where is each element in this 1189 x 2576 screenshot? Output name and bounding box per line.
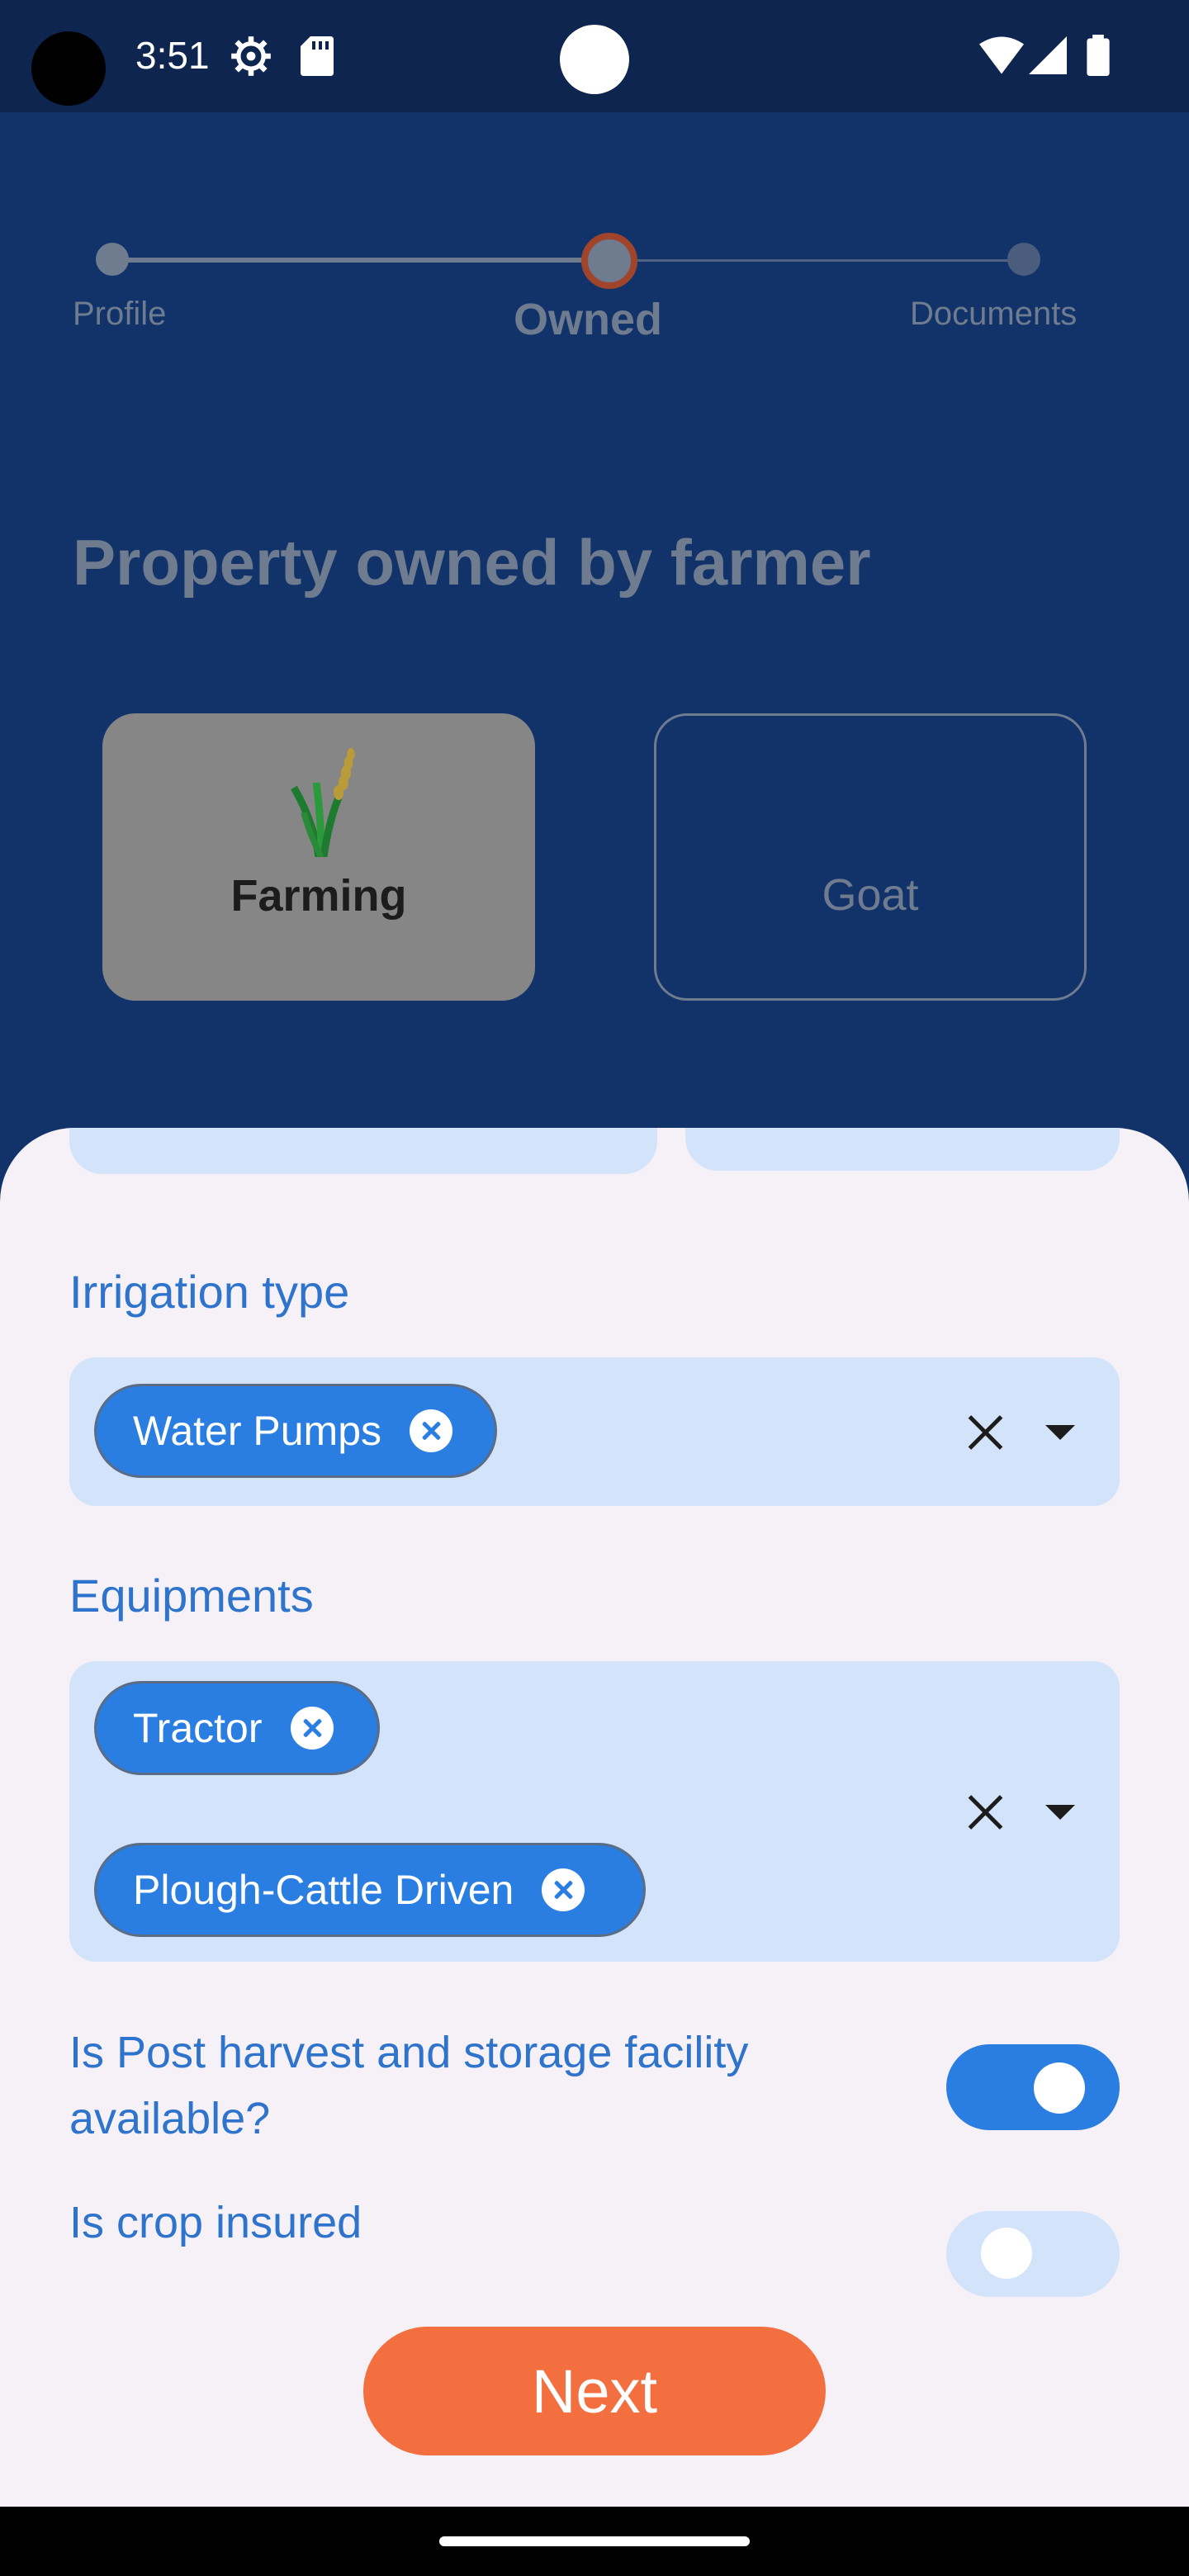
sd-card-icon bbox=[301, 36, 334, 76]
irrigation-type-dropdown[interactable]: Water Pumps bbox=[69, 1357, 1120, 1506]
chip-water-pumps: Water Pumps bbox=[94, 1384, 497, 1478]
camera-cutout bbox=[31, 31, 106, 106]
front-camera-dot bbox=[560, 25, 629, 94]
category-label-goat: Goat bbox=[822, 870, 919, 920]
dropdown-caret-icon[interactable] bbox=[1045, 1805, 1075, 1820]
step-label-documents: Documents bbox=[910, 296, 1078, 332]
clear-icon[interactable] bbox=[966, 1413, 1004, 1451]
crop-insured-toggle[interactable] bbox=[946, 2211, 1120, 2297]
stepper-line-completed bbox=[112, 258, 611, 263]
remove-chip-icon[interactable] bbox=[290, 1707, 334, 1750]
chip-label: Water Pumps bbox=[133, 1408, 382, 1454]
stepper-line-pending bbox=[611, 259, 1024, 262]
dropdown-caret-icon[interactable] bbox=[1045, 1425, 1075, 1440]
step-label-owned: Owned bbox=[514, 295, 663, 344]
post-harvest-question: Is Post harvest and storage facility ava… bbox=[69, 2028, 749, 2143]
page-title: Property owned by farmer bbox=[73, 526, 871, 599]
home-handle[interactable] bbox=[439, 2536, 750, 2546]
form-bottom-sheet: Irrigation type Water Pumps Equipments T… bbox=[0, 1128, 1189, 2507]
clear-icon[interactable] bbox=[966, 1793, 1004, 1831]
previous-field-left[interactable] bbox=[69, 1128, 657, 1174]
chip-label: Plough-Cattle Driven bbox=[133, 1867, 514, 1913]
chip-label: Tractor bbox=[133, 1705, 263, 1751]
status-time: 3:51 bbox=[135, 34, 210, 77]
navigation-bar bbox=[0, 2507, 1189, 2576]
step-dot-owned[interactable] bbox=[581, 233, 637, 289]
next-button[interactable]: Next bbox=[363, 2327, 826, 2455]
post-harvest-toggle[interactable] bbox=[946, 2044, 1120, 2130]
equipments-label: Equipments bbox=[69, 1570, 314, 1622]
category-card-farming[interactable]: Farming bbox=[102, 713, 535, 1001]
equipments-dropdown[interactable]: Tractor Plough-Cattle Driven bbox=[69, 1661, 1120, 1962]
remove-chip-icon[interactable] bbox=[542, 1868, 585, 1911]
wheat-icon bbox=[291, 748, 355, 857]
battery-icon bbox=[1087, 35, 1110, 76]
toggle-knob bbox=[981, 2228, 1032, 2279]
gear-icon bbox=[231, 36, 271, 76]
signal-icon bbox=[1029, 36, 1067, 74]
status-bar: 3:51 bbox=[0, 0, 1189, 112]
step-label-profile: Profile bbox=[73, 296, 167, 332]
step-dot-documents[interactable] bbox=[1007, 243, 1040, 276]
toggle-knob bbox=[1034, 2062, 1085, 2114]
remove-chip-icon[interactable] bbox=[410, 1409, 453, 1452]
step-dot-profile[interactable] bbox=[96, 243, 129, 276]
irrigation-type-label: Irrigation type bbox=[69, 1266, 350, 1318]
previous-field-right[interactable] bbox=[685, 1128, 1120, 1171]
chip-tractor: Tractor bbox=[94, 1681, 380, 1775]
category-label-farming: Farming bbox=[230, 871, 407, 921]
crop-insured-question: Is crop insured bbox=[69, 2198, 362, 2247]
wifi-icon bbox=[979, 36, 1024, 74]
chip-plough-cattle-driven: Plough-Cattle Driven bbox=[94, 1843, 646, 1937]
category-card-goat[interactable]: Goat bbox=[654, 713, 1087, 1001]
